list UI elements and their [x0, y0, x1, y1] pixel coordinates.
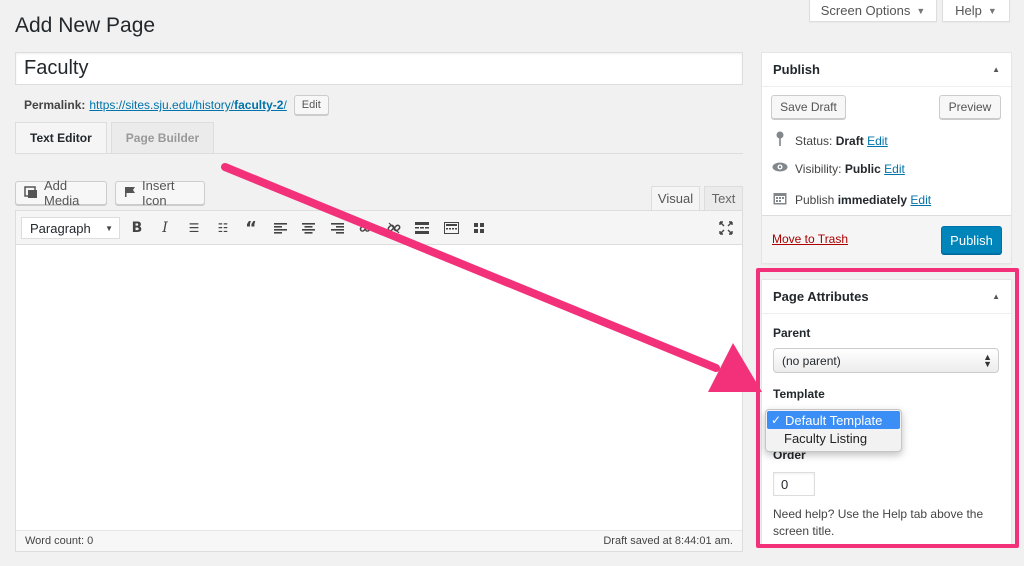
screen-options-tab[interactable]: Screen Options ▼	[809, 0, 937, 22]
permalink-trail: /	[283, 98, 287, 112]
highlight-frame	[756, 268, 1019, 548]
publish-box-title: Publish	[773, 62, 820, 77]
permalink-edit-button[interactable]: Edit	[293, 95, 329, 115]
editor-tabs: Text Editor Page Builder	[15, 122, 215, 154]
editor-toolbar: Paragraph ▼ B I ☰ ☷ “	[16, 211, 742, 245]
permalink-base: https://sites.sju.edu/history/	[89, 98, 235, 112]
align-left-icon[interactable]	[271, 219, 289, 237]
align-right-icon[interactable]	[328, 219, 346, 237]
blockquote-icon[interactable]: “	[242, 218, 260, 239]
caret-down-icon: ▼	[916, 5, 926, 16]
status-row: Status: Draft Edit	[772, 131, 888, 150]
kitchen-sink-icon[interactable]	[442, 219, 460, 237]
add-media-button[interactable]: Add Media	[15, 178, 107, 208]
unlink-icon[interactable]	[385, 219, 403, 237]
pin-icon	[772, 131, 788, 150]
read-more-icon[interactable]	[413, 219, 431, 237]
calendar-icon	[772, 191, 788, 209]
link-icon[interactable]	[357, 219, 375, 237]
draft-saved-status: Draft saved at 8:44:01 am.	[603, 535, 733, 547]
preview-button[interactable]: Preview	[939, 95, 1001, 119]
save-draft-button[interactable]: Save Draft	[771, 95, 846, 119]
move-to-trash-link[interactable]: Move to Trash	[772, 232, 848, 246]
tab-visual[interactable]: Visual	[651, 186, 700, 210]
numbered-list-icon[interactable]: ☷	[214, 219, 232, 237]
schedule-row: Publish immediately Edit	[772, 191, 931, 209]
help-tab[interactable]: Help ▼	[942, 0, 1010, 22]
tab-text[interactable]: Text	[704, 186, 743, 210]
publish-value: immediately	[837, 193, 908, 207]
status-value: Draft	[835, 133, 864, 148]
word-count: Word count: 0	[25, 535, 94, 547]
bullet-list-icon[interactable]: ☰	[185, 219, 203, 237]
visibility-row: Visibility: Public Edit	[772, 161, 905, 176]
schedule-edit-link[interactable]: Edit	[910, 193, 931, 207]
collapse-toggle-icon[interactable]: ▲	[992, 65, 1000, 74]
visibility-label: Visibility:	[795, 161, 842, 176]
grid-icon[interactable]	[470, 219, 488, 237]
publish-actions: Move to Trash Publish	[762, 215, 1011, 263]
insert-icon-button[interactable]: Insert Icon	[115, 178, 205, 208]
screen-options-label: Screen Options	[820, 3, 911, 18]
eye-icon	[772, 161, 788, 176]
caret-down-icon: ▼	[105, 223, 113, 233]
media-icon	[24, 185, 38, 202]
permalink: Permalink: https://sites.sju.edu/history…	[24, 95, 329, 115]
tab-text-editor[interactable]: Text Editor	[15, 122, 107, 154]
status-edit-link[interactable]: Edit	[867, 134, 888, 148]
editor-status-bar: Word count: 0 Draft saved at 8:44:01 am.	[16, 530, 742, 551]
caret-down-icon: ▼	[987, 5, 997, 16]
tabs-divider	[15, 153, 743, 154]
flag-icon	[124, 186, 136, 201]
publish-button[interactable]: Publish	[941, 226, 1002, 254]
visibility-edit-link[interactable]: Edit	[884, 162, 905, 176]
publish-label: Publish	[795, 193, 835, 207]
format-select-value: Paragraph	[30, 220, 91, 236]
format-select[interactable]: Paragraph ▼	[21, 217, 120, 239]
help-label: Help	[955, 3, 982, 18]
permalink-slug: faculty-2	[234, 98, 284, 112]
italic-icon[interactable]: I	[156, 219, 174, 237]
visibility-value: Public	[844, 161, 881, 176]
post-title-input[interactable]: Faculty	[15, 52, 743, 85]
publish-box-header[interactable]: Publish ▲	[762, 53, 1011, 87]
tab-page-builder[interactable]: Page Builder	[110, 122, 215, 154]
editor-box: Paragraph ▼ B I ☰ ☷ “ Word count: 0 Draf…	[15, 210, 743, 552]
fullscreen-icon[interactable]	[717, 219, 735, 237]
align-center-icon[interactable]	[299, 219, 317, 237]
permalink-label: Permalink:	[24, 98, 86, 112]
add-media-label: Add Media	[44, 178, 80, 208]
insert-icon-label: Insert Icon	[142, 178, 175, 208]
publish-box: Publish ▲ Save Draft Preview Status: Dra…	[761, 52, 1012, 264]
permalink-link[interactable]: https://sites.sju.edu/history/faculty-2/	[89, 98, 286, 112]
status-label: Status:	[795, 133, 833, 148]
page-title: Add New Page	[15, 14, 156, 37]
bold-icon[interactable]: B	[128, 219, 146, 237]
post-title-value: Faculty	[24, 57, 89, 79]
